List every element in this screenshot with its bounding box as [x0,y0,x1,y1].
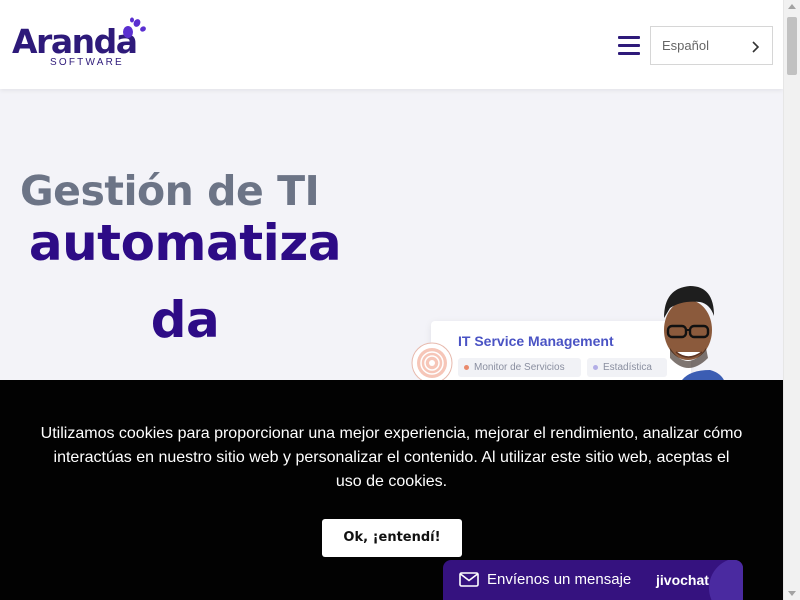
aranda-logo[interactable]: Aranda SOFTWARE [12,16,146,72]
hero-accent-line-1: automatiza [28,214,342,272]
hero-accent-line-2: da [150,291,220,349]
site-header: Aranda SOFTWARE Español [0,0,783,89]
vertical-scrollbar[interactable] [783,0,800,600]
logo-drops-icon [123,17,146,38]
chat-label: Envíenos un mensaje [487,571,632,588]
chat-brand: jivochat [656,572,709,588]
cookie-message: Utilizamos cookies para proporcionar una… [40,425,743,490]
scroll-down-arrow-icon[interactable] [788,591,796,596]
language-label: Español [662,38,709,53]
target-icon [411,342,453,384]
hero-title: Gestión de TI [20,167,320,215]
chevron-right-icon [752,41,760,53]
chat-decoration [709,560,743,600]
envelope-icon [459,572,479,587]
chip-monitor-servicios: Monitor de Servicios [458,358,581,377]
scroll-up-arrow-icon[interactable] [788,4,796,9]
language-selector[interactable]: Español [650,26,773,65]
logo-subtitle: SOFTWARE [50,57,124,68]
hamburger-menu-icon[interactable] [618,36,640,56]
jivochat-widget[interactable]: Envíenos un mensaje jivochat [443,560,743,600]
scroll-thumb[interactable] [787,17,797,75]
itsm-card-title: IT Service Management [458,333,614,349]
accept-cookies-button[interactable]: Ok, ¡entendí! [322,519,462,557]
person-photo [664,286,726,388]
